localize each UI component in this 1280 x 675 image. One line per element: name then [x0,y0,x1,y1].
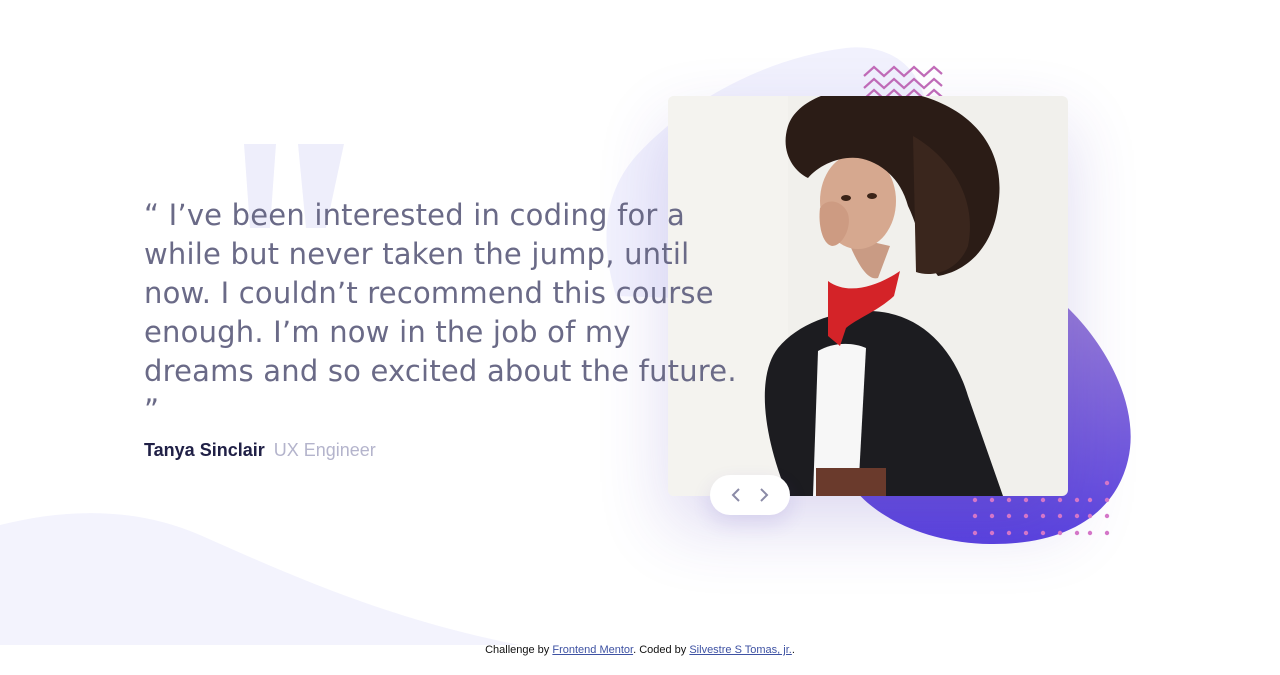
attribution-middle: . Coded by [633,644,690,656]
author: Tanya Sinclair UX Engineer [144,438,376,462]
attribution-suffix: . [791,644,795,656]
background-curve [0,513,520,645]
previous-button[interactable] [724,483,748,507]
author-link[interactable]: Silvestre S Tomas, jr. [689,644,792,656]
chevron-left-icon [731,488,740,502]
chevron-right-icon [760,488,769,502]
testimonial-quote: “ I’ve been interested in coding for a w… [144,198,737,427]
attribution-prefix: Challenge by [485,644,553,656]
dots-pattern-icon [972,480,1110,536]
frontend-mentor-link[interactable]: Frontend Mentor [552,644,633,656]
author-name: Tanya Sinclair [144,440,265,460]
zigzag-pattern-icon [863,65,943,98]
author-role: UX Engineer [273,440,376,460]
slider-navigation [710,475,790,515]
attribution: Challenge by Frontend Mentor. Coded by S… [0,642,1280,658]
next-button[interactable] [752,483,776,507]
